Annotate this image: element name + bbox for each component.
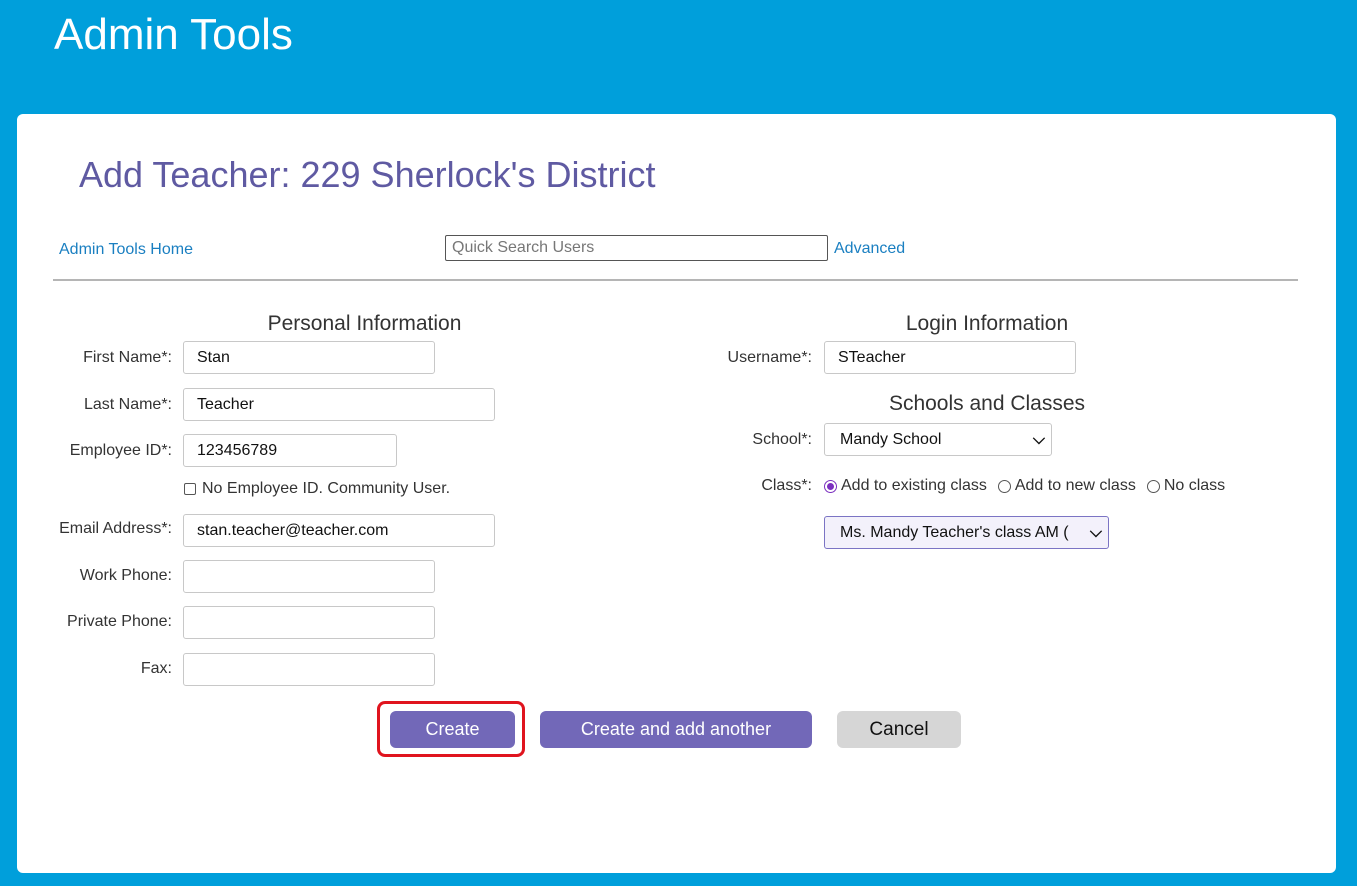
work-phone-field[interactable] — [183, 560, 435, 593]
existing-class-select-value: Ms. Mandy Teacher's class AM ( — [840, 524, 1069, 541]
private-phone-field[interactable] — [183, 606, 435, 639]
schools-classes-heading: Schools and Classes — [888, 392, 1086, 415]
fax-label: Fax: — [140, 660, 172, 677]
school-label: School*: — [752, 431, 812, 448]
app-title: Admin Tools — [54, 10, 293, 59]
cancel-button[interactable]: Cancel — [837, 711, 961, 748]
radio-new-class-label: Add to new class — [1014, 477, 1136, 494]
private-phone-label: Private Phone: — [67, 613, 172, 630]
page-title: Add Teacher: 229 Sherlock's District — [79, 154, 656, 195]
fax-field[interactable] — [183, 653, 435, 686]
radio-no-class[interactable]: No class — [1146, 477, 1226, 495]
email-field[interactable] — [183, 514, 495, 547]
employee-id-label: Employee ID*: — [69, 442, 172, 459]
work-phone-label: Work Phone: — [79, 567, 172, 584]
no-employee-id-checkbox[interactable] — [184, 483, 196, 495]
username-label: Username*: — [727, 349, 812, 366]
employee-id-field[interactable] — [183, 434, 397, 467]
chevron-down-icon: ⌵ — [1085, 517, 1102, 548]
admin-tools-home-link[interactable]: Admin Tools Home — [59, 241, 193, 259]
quick-search-input[interactable] — [445, 235, 828, 261]
class-label: Class*: — [761, 477, 812, 494]
radio-new-class-button[interactable] — [997, 479, 1011, 493]
email-label: Email Address*: — [59, 520, 172, 537]
create-and-add-another-button[interactable]: Create and add another — [540, 711, 812, 748]
radio-existing-class-label: Add to existing class — [841, 477, 987, 494]
class-radio-group: Add to existing class Add to new class N… — [824, 477, 1236, 495]
school-select[interactable]: Mandy School ⌵ — [824, 423, 1052, 456]
last-name-field[interactable] — [183, 388, 495, 421]
radio-no-class-label: No class — [1163, 477, 1226, 494]
radio-existing-class[interactable]: Add to existing class — [824, 477, 987, 495]
radio-existing-class-button[interactable] — [824, 479, 837, 493]
chevron-down-icon: ⌵ — [1028, 424, 1045, 455]
login-info-heading: Login Information — [905, 312, 1069, 335]
last-name-label: Last Name*: — [83, 396, 172, 413]
create-button[interactable]: Create — [390, 711, 515, 748]
username-field[interactable] — [824, 341, 1076, 374]
no-employee-id-option[interactable]: No Employee ID. Community User. — [184, 480, 450, 498]
no-employee-id-label: No Employee ID. Community User. — [202, 480, 451, 497]
advanced-search-link[interactable]: Advanced — [834, 240, 905, 258]
first-name-field[interactable] — [183, 341, 435, 374]
school-select-value: Mandy School — [840, 431, 942, 448]
radio-no-class-button[interactable] — [1146, 479, 1160, 493]
existing-class-select[interactable]: Ms. Mandy Teacher's class AM ( ⌵ — [824, 516, 1109, 549]
header-divider — [53, 279, 1298, 281]
radio-new-class[interactable]: Add to new class — [997, 477, 1136, 495]
personal-info-heading: Personal Information — [267, 312, 462, 335]
main-card: Add Teacher: 229 Sherlock's District Adm… — [17, 114, 1336, 873]
first-name-label: First Name*: — [83, 349, 172, 366]
